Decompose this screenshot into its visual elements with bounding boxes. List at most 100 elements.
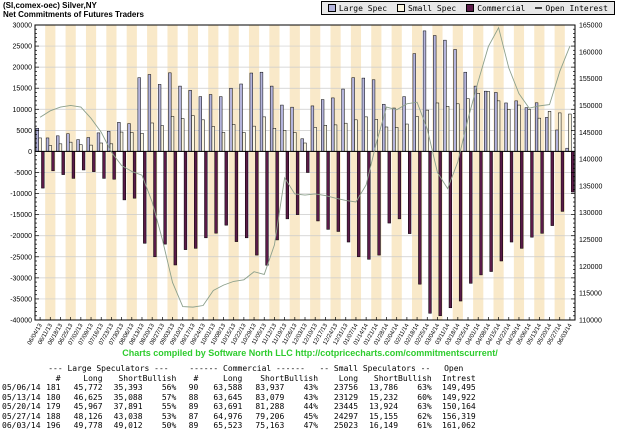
table-cell: 23756 [333, 383, 359, 392]
cot-chart: 30000 25000 20000 15000 10000 5000 0 -5000 -1000… [10, 23, 602, 347]
left-axis-labels: 30000 25000 20000 15000 10000 5000 0 -5000 -1000… [10, 23, 32, 325]
svg-text:25000: 25000 [13, 44, 33, 51]
svg-text:15000: 15000 [13, 86, 33, 93]
group-header-small-speculators: -- Small Speculators -- [319, 364, 431, 373]
table-cell: 196 [46, 421, 61, 430]
column-header: Long [338, 373, 359, 383]
svg-text:20000: 20000 [13, 65, 33, 72]
page: (SI,comex-oec) Silver,NY Net Commitments… [0, 0, 620, 434]
table-cell: 63,645 [213, 392, 243, 402]
svg-text:120000: 120000 [579, 264, 602, 271]
table-cell: 75,163 [255, 421, 285, 430]
table-cell: 83,937 [255, 383, 285, 392]
column-header: Bullish [284, 373, 319, 383]
svg-text:110000: 110000 [579, 318, 602, 325]
row-date: 05/20/14 [2, 402, 41, 411]
legend-label: Commercial [477, 3, 526, 13]
table-cell: 46,625 [73, 392, 103, 402]
group-header-commercial: ------ Commercial ------ [189, 364, 305, 373]
table-cell: 181 [46, 383, 61, 392]
column-header: Short [260, 373, 285, 383]
column-header [2, 374, 41, 384]
right-axis-labels: 165000 160000 155000 150000 145000 140000 1350… [579, 23, 602, 325]
svg-text:5000: 5000 [16, 128, 32, 135]
legend-item-commercial: Commercial [466, 4, 525, 13]
table-cell: 15,232 [369, 392, 399, 402]
svg-text:-25000: -25000 [10, 254, 32, 261]
table-cell: 89 [188, 421, 199, 430]
column-header: # [193, 373, 199, 383]
group-header-large-speculators: --- Large Speculators --- [48, 364, 169, 373]
table-cell: 43% [303, 383, 319, 392]
svg-text:155000: 155000 [579, 76, 602, 83]
credit-link[interactable]: Charts compiled by Software North LLC ht… [0, 348, 620, 358]
table-cell: 149,922 [442, 392, 476, 402]
table-cell: 83,079 [255, 392, 285, 402]
chart-title: (SI,comex-oec) Silver,NY Net Commitments… [3, 1, 144, 19]
legend-item-small-spec: Small Spec [397, 4, 456, 13]
table-cell: 35,393 [113, 383, 143, 392]
table-cell: 89 [188, 402, 199, 411]
table-cell: 188 [46, 411, 61, 421]
table-cell: 90 [188, 383, 199, 392]
legend-label: Open Interest [545, 3, 608, 13]
table-cell: 56% [161, 383, 177, 392]
table-cell: 88 [188, 392, 199, 402]
table-cell: 161,062 [442, 421, 476, 430]
table-cell: 79,206 [255, 411, 285, 421]
table-cell: 62% [417, 411, 432, 421]
chart-title-line1: (SI,comex-oec) Silver,NY [3, 1, 97, 10]
row-date: 06/03/14 [2, 421, 41, 430]
row-date: 05/27/14 [2, 411, 41, 421]
table-cell: 63,691 [213, 402, 243, 411]
column-header: Bullish [142, 373, 177, 383]
table-cell: 180 [46, 392, 61, 402]
svg-text:-5000: -5000 [14, 170, 32, 177]
column-header: Long [83, 373, 103, 383]
table-cell: 24297 [333, 411, 359, 421]
column-header: Short [118, 373, 143, 383]
table-cell: 13,786 [369, 383, 399, 392]
table-cell: 15,155 [369, 411, 399, 421]
table-cell: 57% [161, 392, 177, 402]
table-cell: 53% [161, 411, 177, 421]
legend-item-large-spec: Large Spec [327, 3, 388, 13]
table-cell: 45% [303, 411, 319, 421]
table-cell: 61% [417, 421, 432, 430]
table-cell: 63,588 [213, 383, 243, 392]
svg-text:30000: 30000 [13, 23, 33, 30]
x-axis-labels: 06/04/1306/11/1306/18/1306/25/1307/02/13… [27, 322, 574, 346]
table-cell: 63% [417, 402, 432, 411]
table-cell: 149,495 [442, 383, 476, 392]
svg-text:-40000: -40000 [10, 318, 32, 325]
svg-text:160000: 160000 [579, 49, 602, 56]
column-header: # [55, 373, 61, 383]
legend-item-open-interest: Open Interest [535, 4, 608, 13]
table-cell: 81,288 [255, 402, 285, 411]
table-cell: 13,924 [369, 402, 399, 411]
table-cell: 35,088 [113, 392, 143, 402]
table-cell: 23445 [333, 402, 359, 411]
table-cell: 48,126 [73, 411, 103, 421]
svg-text:115000: 115000 [579, 291, 602, 298]
table-cell: 87 [188, 411, 199, 421]
table-cell: 49,012 [113, 421, 143, 430]
cot-table: --- Large Speculators --- ------ Commerci… [2, 364, 476, 431]
legend-label: Small Spec [408, 3, 457, 13]
table-cell: 64,976 [213, 411, 243, 421]
table-cell: 60% [417, 392, 432, 402]
table-cell: 16,149 [369, 421, 399, 430]
table-cell: 49,778 [73, 421, 103, 430]
table-cell: 25023 [333, 421, 359, 430]
legend-label: Large Spec [338, 3, 388, 13]
table-cell: 179 [46, 402, 61, 411]
table-cell: 50% [161, 421, 177, 430]
open-interest-dash-icon [535, 7, 543, 9]
table-cell: 150,164 [442, 402, 476, 411]
svg-text:125000: 125000 [579, 237, 602, 244]
table-cell: 65,523 [213, 421, 243, 430]
svg-text:10000: 10000 [13, 107, 33, 114]
svg-text:-10000: -10000 [10, 191, 32, 198]
table-cell: 45,772 [73, 383, 103, 392]
table-cell: 44% [303, 402, 319, 411]
